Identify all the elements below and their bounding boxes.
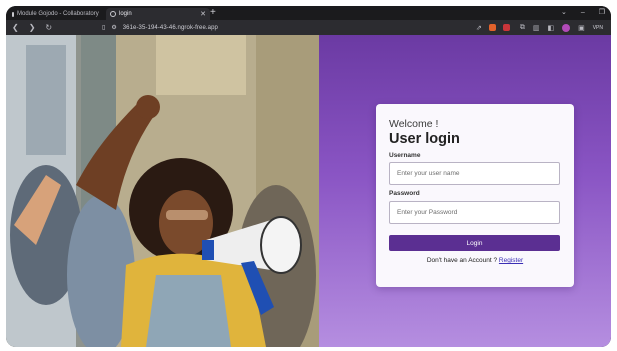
chevron-down-icon[interactable]: ⌄ (561, 7, 567, 19)
maximize-icon[interactable]: ❐ (599, 7, 605, 19)
extensions-area: ⧉ ▥ ◧ ▣ VPN (520, 23, 603, 32)
colab-icon (12, 11, 14, 17)
address-bar[interactable]: ▯ ⚙ 361e-35-194-43-46.ngrok-free.app (102, 24, 476, 32)
login-button[interactable]: Login (389, 235, 560, 251)
profile-avatar-icon[interactable] (562, 23, 571, 32)
username-label: Username (389, 152, 421, 159)
back-icon[interactable]: ❮ (12, 23, 19, 32)
hero-photo (6, 35, 319, 347)
login-card: Welcome ! User login Username Password L… (376, 104, 574, 287)
page-viewport: Welcome ! User login Username Password L… (6, 35, 611, 347)
vpn-button[interactable]: VPN (593, 25, 603, 31)
toolbar: ❮ ❯ ↻ ▯ ⚙ 361e-35-194-43-46.ngrok-free.a… (6, 20, 611, 35)
username-input[interactable] (389, 162, 560, 185)
address-actions: ⇗ (476, 24, 510, 32)
tab-strip: Module Gojodo - Collaboratory login ✕ + … (6, 6, 611, 20)
password-label: Password (389, 190, 420, 197)
wallet-icon[interactable]: ▣ (578, 24, 585, 32)
globe-icon (110, 11, 116, 17)
login-panel: Welcome ! User login Username Password L… (319, 35, 611, 347)
minimize-icon[interactable]: – (581, 7, 585, 19)
register-link[interactable]: Register (499, 257, 523, 264)
page-title: User login (389, 131, 460, 147)
reload-icon[interactable]: ↻ (45, 23, 52, 32)
tab-label: login (119, 11, 132, 17)
panel-icon[interactable]: ◧ (547, 24, 554, 32)
extension-icon[interactable]: ⧉ (520, 24, 525, 32)
bookmark-icon[interactable]: ▯ (102, 24, 105, 31)
window-controls: ⌄ – ❐ (561, 7, 605, 19)
nav-buttons: ❮ ❯ ↻ (6, 23, 102, 32)
tab-label: Module Gojodo - Collaboratory (17, 11, 99, 17)
browser-window: Module Gojodo - Collaboratory login ✕ + … (6, 6, 611, 347)
brave-shield-icon[interactable] (488, 24, 496, 31)
site-info-icon[interactable]: ⚙ (111, 24, 116, 31)
protest-illustration (6, 35, 319, 347)
sidebar-icon[interactable]: ▥ (533, 24, 540, 32)
tab-login[interactable]: login ✕ (106, 8, 210, 20)
new-tab-button[interactable]: + (210, 7, 216, 19)
rewards-icon[interactable] (502, 24, 510, 31)
forward-icon[interactable]: ❯ (29, 23, 36, 32)
welcome-text: Welcome ! (389, 118, 439, 130)
url-text[interactable]: 361e-35-194-43-46.ngrok-free.app (123, 25, 218, 31)
share-icon[interactable]: ⇗ (476, 24, 482, 32)
register-prompt: Don't have an Account ? (426, 257, 498, 264)
tab-colab[interactable]: Module Gojodo - Collaboratory (8, 8, 102, 20)
password-input[interactable] (389, 201, 560, 224)
close-tab-icon[interactable]: ✕ (200, 10, 206, 18)
register-row: Don't have an Account ? Register (389, 257, 561, 264)
